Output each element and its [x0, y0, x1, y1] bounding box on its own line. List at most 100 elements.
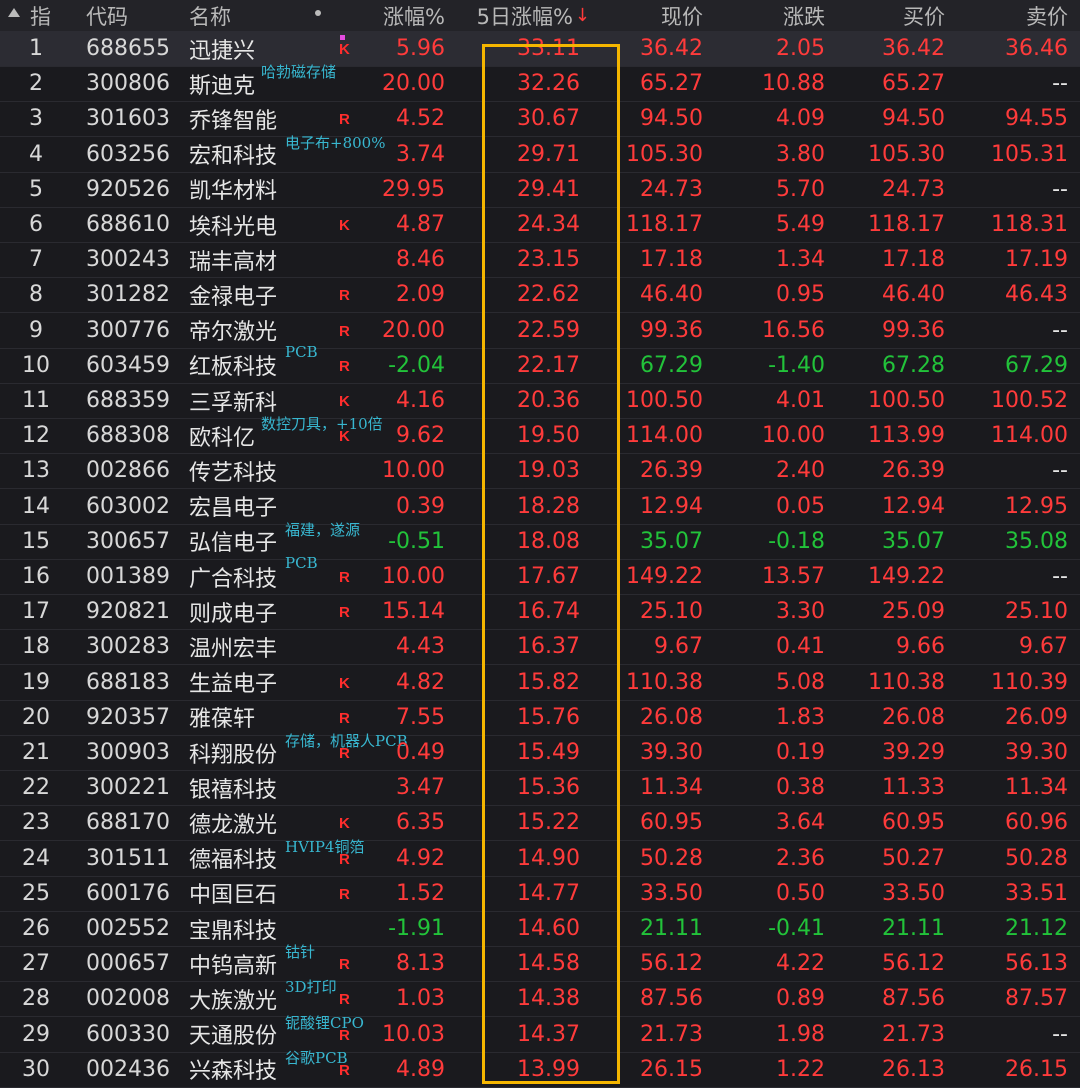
row-index: 11: [22, 388, 50, 413]
price-change: 0.89: [776, 986, 825, 1012]
current-price: 25.10: [640, 599, 703, 625]
five-day-change: 33.11: [517, 36, 580, 61]
row-index: 30: [22, 1056, 50, 1082]
row-index: 9: [29, 317, 43, 343]
bid-price: 50.27: [882, 845, 945, 871]
ask-price: 35.08: [1005, 528, 1068, 554]
stock-name: 生益电子: [189, 672, 278, 698]
current-price: 35.07: [640, 528, 703, 554]
bid-price: 25.09: [882, 599, 945, 625]
pct-change: 3.74: [396, 141, 445, 167]
header-change[interactable]: 涨跌: [715, 0, 825, 31]
table-row[interactable]: 16 001389 广合科技 PCB R 10.00 17.67 149.22 13.57 149…: [0, 554, 1080, 595]
table-row[interactable]: 22 300221 银禧科技 3.47 15.36 11.34 0.38 11.33 11.34: [0, 770, 1080, 807]
table-row[interactable]: 2 300806 斯迪克 哈勃磁存储 20.00 32.26 65.27 10.88 65.27…: [0, 63, 1080, 103]
bid-price: 12.94: [882, 493, 945, 519]
pct-change: 4.82: [396, 669, 445, 695]
table-row[interactable]: 20 920357 雅葆轩 R 7.55 15.76 26.08 1.83 26.08 26.09: [0, 700, 1080, 736]
table-row[interactable]: 11 688359 三孚新科 K 4.16 20.36 100.50 4.01 100.50 10…: [0, 383, 1080, 419]
table-row[interactable]: 15 300657 弘信电子 福建，遂源 -0.51 18.08 35.07 -0.18 35.…: [0, 521, 1080, 560]
table-row[interactable]: 24 301511 德福科技 HVIP4铜箔 R 4.92 14.90 50.28 2.36 50…: [0, 838, 1080, 877]
table-row[interactable]: 1 688655 迅捷兴 K 5.96 33.11 36.42 2.05 36.42 36.46: [0, 31, 1080, 67]
table-row[interactable]: 10 603459 红板科技 PCB R -2.04 22.17 67.29 -1.40 67.2…: [0, 343, 1080, 384]
table-row[interactable]: 19 688183 生益电子 K 4.82 15.82 110.38 5.08 110.38 11…: [0, 665, 1080, 701]
stock-code: 002008: [86, 986, 170, 1012]
current-price: 118.17: [626, 212, 703, 237]
table-row[interactable]: 9 300776 帝尔激光 R 20.00 22.59 99.36 16.56 99.36 --: [0, 313, 1080, 349]
ask-price: 21.12: [1005, 916, 1068, 941]
table-row[interactable]: 7 300243 瑞丰高材 8.46 23.15 17.18 1.34 17.18 17.19: [0, 242, 1080, 279]
current-price: 11.34: [640, 775, 703, 801]
ask-price: 105.31: [991, 141, 1068, 167]
table-row[interactable]: 26 002552 宝鼎科技 -1.91 14.60 21.11 -0.41 21.11 21.…: [0, 911, 1080, 947]
header-ask[interactable]: 卖价: [955, 0, 1068, 31]
stock-code: 603256: [86, 141, 170, 167]
row-index: 6: [29, 212, 43, 237]
ask-price: 114.00: [991, 423, 1068, 449]
current-price: 24.73: [640, 176, 703, 202]
price-change: -0.18: [768, 528, 825, 554]
ask-price: 60.96: [1005, 810, 1068, 836]
table-row[interactable]: 6 688610 埃科光电 K 4.87 24.34 118.17 5.49 118.17 118…: [0, 207, 1080, 243]
table-row[interactable]: 28 002008 大族激光 3D打印 R 1.03 14.38 87.56 0.89 87.56…: [0, 978, 1080, 1018]
pct-change: 4.87: [396, 212, 445, 237]
bid-price: 26.08: [882, 704, 945, 730]
table-row[interactable]: 5 920526 凯华材料 29.95 29.41 24.73 5.70 24.73 --: [0, 172, 1080, 208]
table-row[interactable]: 23 688170 德龙激光 K 6.35 15.22 60.95 3.64 60.95 60.9…: [0, 805, 1080, 842]
row-index: 26: [22, 916, 50, 941]
current-price: 110.38: [626, 669, 703, 695]
table-row[interactable]: 13 002866 传艺科技 10.00 19.03 26.39 2.40 26.39 --: [0, 453, 1080, 490]
column-menu-dot-icon[interactable]: [315, 10, 321, 16]
price-change: 1.98: [776, 1021, 825, 1047]
current-price: 9.67: [654, 634, 703, 660]
header-bid[interactable]: 买价: [835, 0, 945, 31]
table-row[interactable]: 30 002436 兴森科技 谷歌PCB R 4.89 13.99 26.15 1.22 26.1…: [0, 1049, 1080, 1088]
ask-price: 94.55: [1005, 106, 1068, 132]
table-row[interactable]: 14 603002 宏昌电子 0.39 18.28 12.94 0.05 12.94 12.95: [0, 489, 1080, 525]
ask-price: 50.28: [1005, 845, 1068, 871]
table-row[interactable]: 29 600330 天通股份 铌酸锂CPO R 10.03 14.37 21.73 1.98 21…: [0, 1014, 1080, 1053]
table-row[interactable]: 12 688308 欧科亿 数控刀具，+10倍 K 9.62 19.50 114.00 10.0…: [0, 415, 1080, 455]
pct-change: 0.49: [396, 740, 445, 765]
header-pct[interactable]: 涨幅%: [345, 0, 445, 31]
current-price: 50.28: [640, 845, 703, 871]
bid-price: 21.73: [882, 1021, 945, 1047]
ask-price: 11.34: [1005, 775, 1068, 801]
row-index: 3: [29, 106, 43, 132]
table-row[interactable]: 27 000657 中钨高新 钴针 R 8.13 14.58 56.12 4.22 56.12 56…: [0, 943, 1080, 983]
ask-price: 9.67: [1019, 634, 1068, 660]
price-change: 0.38: [776, 775, 825, 801]
bid-price: 9.66: [896, 634, 945, 660]
ask-price: 46.43: [1005, 282, 1068, 308]
header-five-day[interactable]: 5日涨幅% ↓: [460, 0, 590, 31]
bid-price: 36.42: [882, 36, 945, 61]
table-row[interactable]: 18 300283 温州宏丰 4.43 16.37 9.67 0.41 9.66 9.67: [0, 629, 1080, 666]
ask-price: 87.57: [1005, 986, 1068, 1012]
current-price: 12.94: [640, 493, 703, 519]
table-row[interactable]: 25 600176 中国巨石 R 1.52 14.77 33.50 0.50 33.50 33.5…: [0, 876, 1080, 912]
table-header: 指 代码 名称 涨幅% 5日涨幅% ↓ 现价 涨跌 买价 卖价: [0, 0, 1080, 32]
table-row[interactable]: 4 603256 宏和科技 电子布+800% 3.74 29.71 105.30 3.80 10…: [0, 134, 1080, 173]
table-row[interactable]: 21 300903 科翔股份 存储，机器人PCB R 0.49 15.49 39.30 0.19…: [0, 732, 1080, 771]
header-code[interactable]: 代码: [86, 0, 186, 31]
row-index: 12: [22, 423, 50, 449]
stock-code: 920357: [86, 704, 170, 730]
table-row[interactable]: 17 920821 则成电子 R 15.14 16.74 25.10 3.30 25.09 25.…: [0, 594, 1080, 631]
header-price[interactable]: 现价: [590, 0, 703, 31]
current-price: 60.95: [640, 810, 703, 836]
five-day-change: 18.08: [517, 528, 580, 554]
current-price: 46.40: [640, 282, 703, 308]
five-day-change: 29.41: [517, 176, 580, 202]
price-change: 10.00: [762, 423, 825, 449]
row-index: 13: [22, 458, 50, 484]
table-row[interactable]: 8 301282 金禄电子 R 2.09 22.62 46.40 0.95 46.40 46.43: [0, 277, 1080, 314]
price-change: 10.88: [762, 71, 825, 97]
stock-name: 宝鼎科技: [189, 918, 278, 944]
row-index: 10: [22, 352, 50, 378]
stock-code: 301282: [86, 282, 170, 308]
stock-code: 920526: [86, 176, 170, 202]
bid-price: 94.50: [882, 106, 945, 132]
five-day-change: 16.37: [517, 634, 580, 660]
table-row[interactable]: 3 301603 乔锋智能 R 4.52 30.67 94.50 4.09 94.50 94.55: [0, 101, 1080, 138]
five-day-change: 14.58: [517, 951, 580, 977]
